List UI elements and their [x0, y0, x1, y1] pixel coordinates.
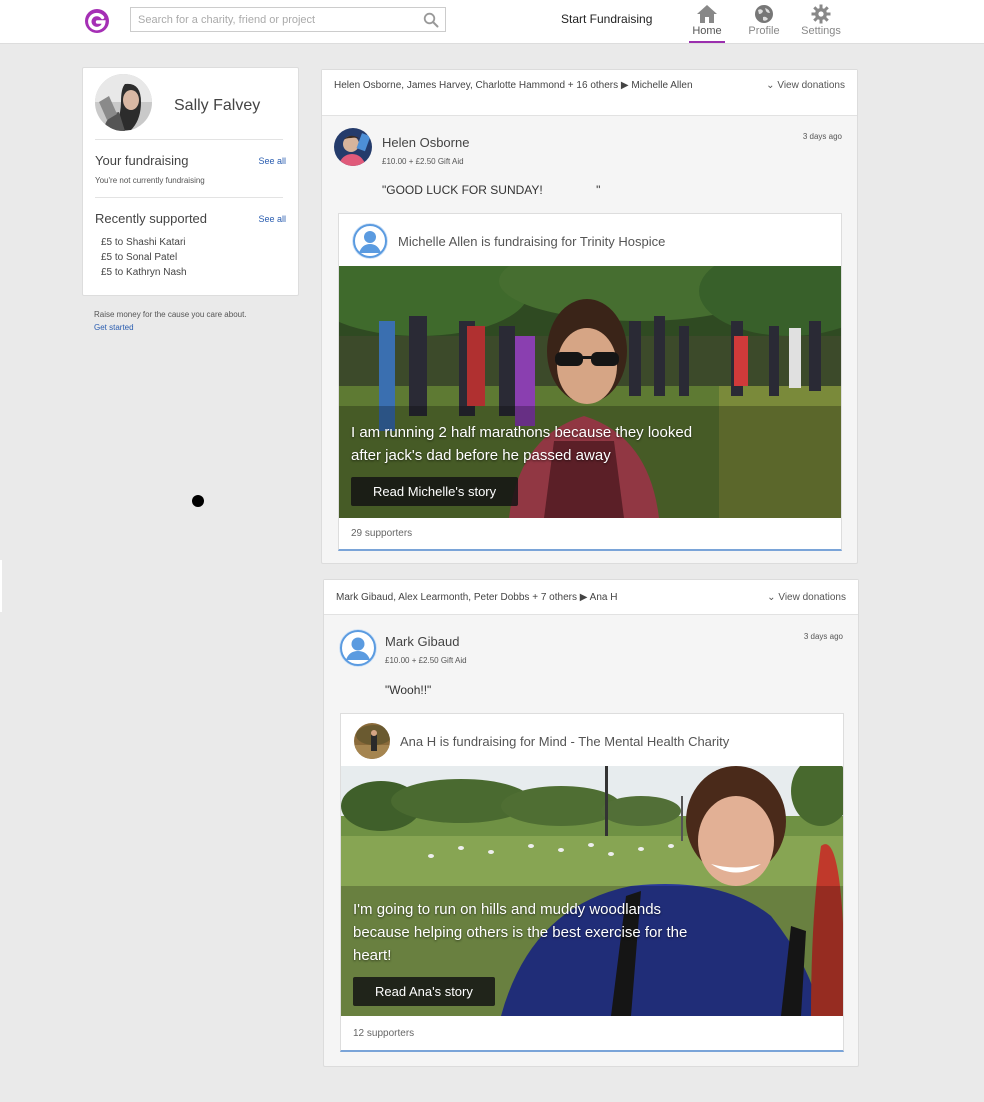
- donors-names[interactable]: Mark Gibaud, Alex Learmonth, Peter Dobbs…: [336, 592, 716, 603]
- donation-amount: £10.00 + £2.50 Gift Aid: [385, 656, 467, 665]
- nav-profile[interactable]: Profile: [740, 4, 788, 37]
- raise-money-text: Raise money for the cause you care about…: [94, 310, 247, 319]
- search-input[interactable]: [131, 8, 411, 31]
- list-item: £5 to Kathryn Nash: [101, 267, 187, 278]
- view-donations-label: View donations: [778, 592, 846, 603]
- story-header: Ana H is fundraising for Mind - The Ment…: [341, 714, 843, 766]
- divider: [95, 139, 283, 140]
- donation-time: 3 days ago: [802, 132, 842, 141]
- caption-line: heart!: [353, 947, 392, 964]
- story-title[interactable]: Michelle Allen is fundraising for Trinit…: [398, 234, 665, 249]
- read-story-button[interactable]: Read Michelle's story: [351, 477, 519, 506]
- recently-supported-list: £5 to Shashi Katari £5 to Sonal Patel £5…: [101, 235, 187, 280]
- your-fundraising-title: Your fundraising: [95, 153, 189, 168]
- start-fundraising-link[interactable]: Start Fundraising: [561, 12, 652, 26]
- supporters-count: 29 supporters: [351, 528, 413, 539]
- nav-settings[interactable]: Settings: [797, 4, 845, 37]
- top-bar: Start Fundraising Home Profile: [0, 0, 984, 44]
- donor-name[interactable]: Mark Gibaud: [385, 634, 459, 649]
- caption-line: I am running 2 half marathons because th…: [351, 424, 693, 441]
- view-donations-link[interactable]: ⌄ View donations: [766, 80, 845, 91]
- read-story-button[interactable]: Read Ana's story: [353, 977, 495, 1006]
- story-caption: I am running 2 half marathons because th…: [351, 421, 692, 467]
- nav-profile-label: Profile: [748, 25, 780, 37]
- feed-card: Mark Gibaud, Alex Learmonth, Peter Dobbs…: [323, 579, 859, 1067]
- view-donations-label: View donations: [777, 80, 845, 91]
- donation-message: "GOOD LUCK FOR SUNDAY! ": [382, 183, 601, 197]
- search-box[interactable]: [130, 7, 446, 32]
- profile-card: Sally Falvey Your fundraising See all Yo…: [82, 67, 299, 296]
- caption-line: because helping others is the best exerc…: [353, 924, 688, 941]
- avatar[interactable]: [95, 74, 152, 131]
- list-item: £5 to Shashi Katari: [101, 237, 186, 248]
- nav-settings-label: Settings: [801, 25, 841, 37]
- donor-avatar[interactable]: [334, 128, 372, 166]
- donation-amount: £10.00 + £2.50 Gift Aid: [382, 157, 464, 166]
- story-card[interactable]: Ana H is fundraising for Mind - The Ment…: [340, 713, 844, 1052]
- get-started-link[interactable]: Get started: [94, 323, 134, 332]
- feed-card: Helen Osborne, James Harvey, Charlotte H…: [321, 69, 858, 564]
- cursor-dot: [192, 495, 204, 507]
- caption-line: after jack's dad before he passed away: [351, 447, 611, 464]
- feed-card-header: Helen Osborne, James Harvey, Charlotte H…: [322, 70, 857, 116]
- nav-home-label: Home: [692, 25, 722, 37]
- recently-supported-see-all-link[interactable]: See all: [258, 214, 286, 224]
- donor-name[interactable]: Helen Osborne: [382, 135, 469, 150]
- g-logo-icon[interactable]: [84, 8, 110, 34]
- home-icon: [697, 5, 717, 23]
- donation-message: "Wooh!!": [385, 683, 432, 697]
- story-image[interactable]: I am running 2 half marathons because th…: [339, 266, 841, 518]
- gear-icon: [811, 4, 831, 24]
- donor-avatar[interactable]: [339, 629, 377, 667]
- active-tab-indicator: [689, 41, 725, 43]
- chevron-down-icon: ⌄: [766, 80, 775, 91]
- list-item: £5 to Sonal Patel: [101, 252, 178, 263]
- fundraiser-avatar[interactable]: [354, 723, 390, 759]
- story-image[interactable]: I'm going to run on hills and muddy wood…: [341, 766, 843, 1016]
- profile-globe-icon: [755, 5, 773, 23]
- supporters-count: 12 supporters: [353, 1028, 415, 1039]
- story-caption: I'm going to run on hills and muddy wood…: [353, 898, 687, 967]
- feed-card-header: Mark Gibaud, Alex Learmonth, Peter Dobbs…: [324, 580, 858, 615]
- donation-time: 3 days ago: [803, 632, 843, 641]
- divider: [95, 197, 283, 198]
- profile-name: Sally Falvey: [174, 97, 261, 114]
- story-title[interactable]: Ana H is fundraising for Mind - The Ment…: [400, 734, 729, 749]
- nav-home[interactable]: Home: [683, 4, 731, 43]
- your-fundraising-see-all-link[interactable]: See all: [258, 156, 286, 166]
- chevron-down-icon: ⌄: [767, 592, 776, 603]
- view-donations-link[interactable]: ⌄ View donations: [767, 592, 846, 603]
- donors-names[interactable]: Helen Osborne, James Harvey, Charlotte H…: [334, 80, 714, 91]
- fundraiser-avatar[interactable]: [352, 223, 388, 259]
- recently-supported-title: Recently supported: [95, 211, 208, 226]
- story-header: Michelle Allen is fundraising for Trinit…: [339, 214, 841, 266]
- search-icon[interactable]: [423, 12, 439, 28]
- not-fundraising-note: You're not currently fundraising: [95, 176, 205, 185]
- story-card[interactable]: Michelle Allen is fundraising for Trinit…: [338, 213, 842, 551]
- caption-line: I'm going to run on hills and muddy wood…: [353, 901, 662, 918]
- edge-mark: [0, 560, 2, 612]
